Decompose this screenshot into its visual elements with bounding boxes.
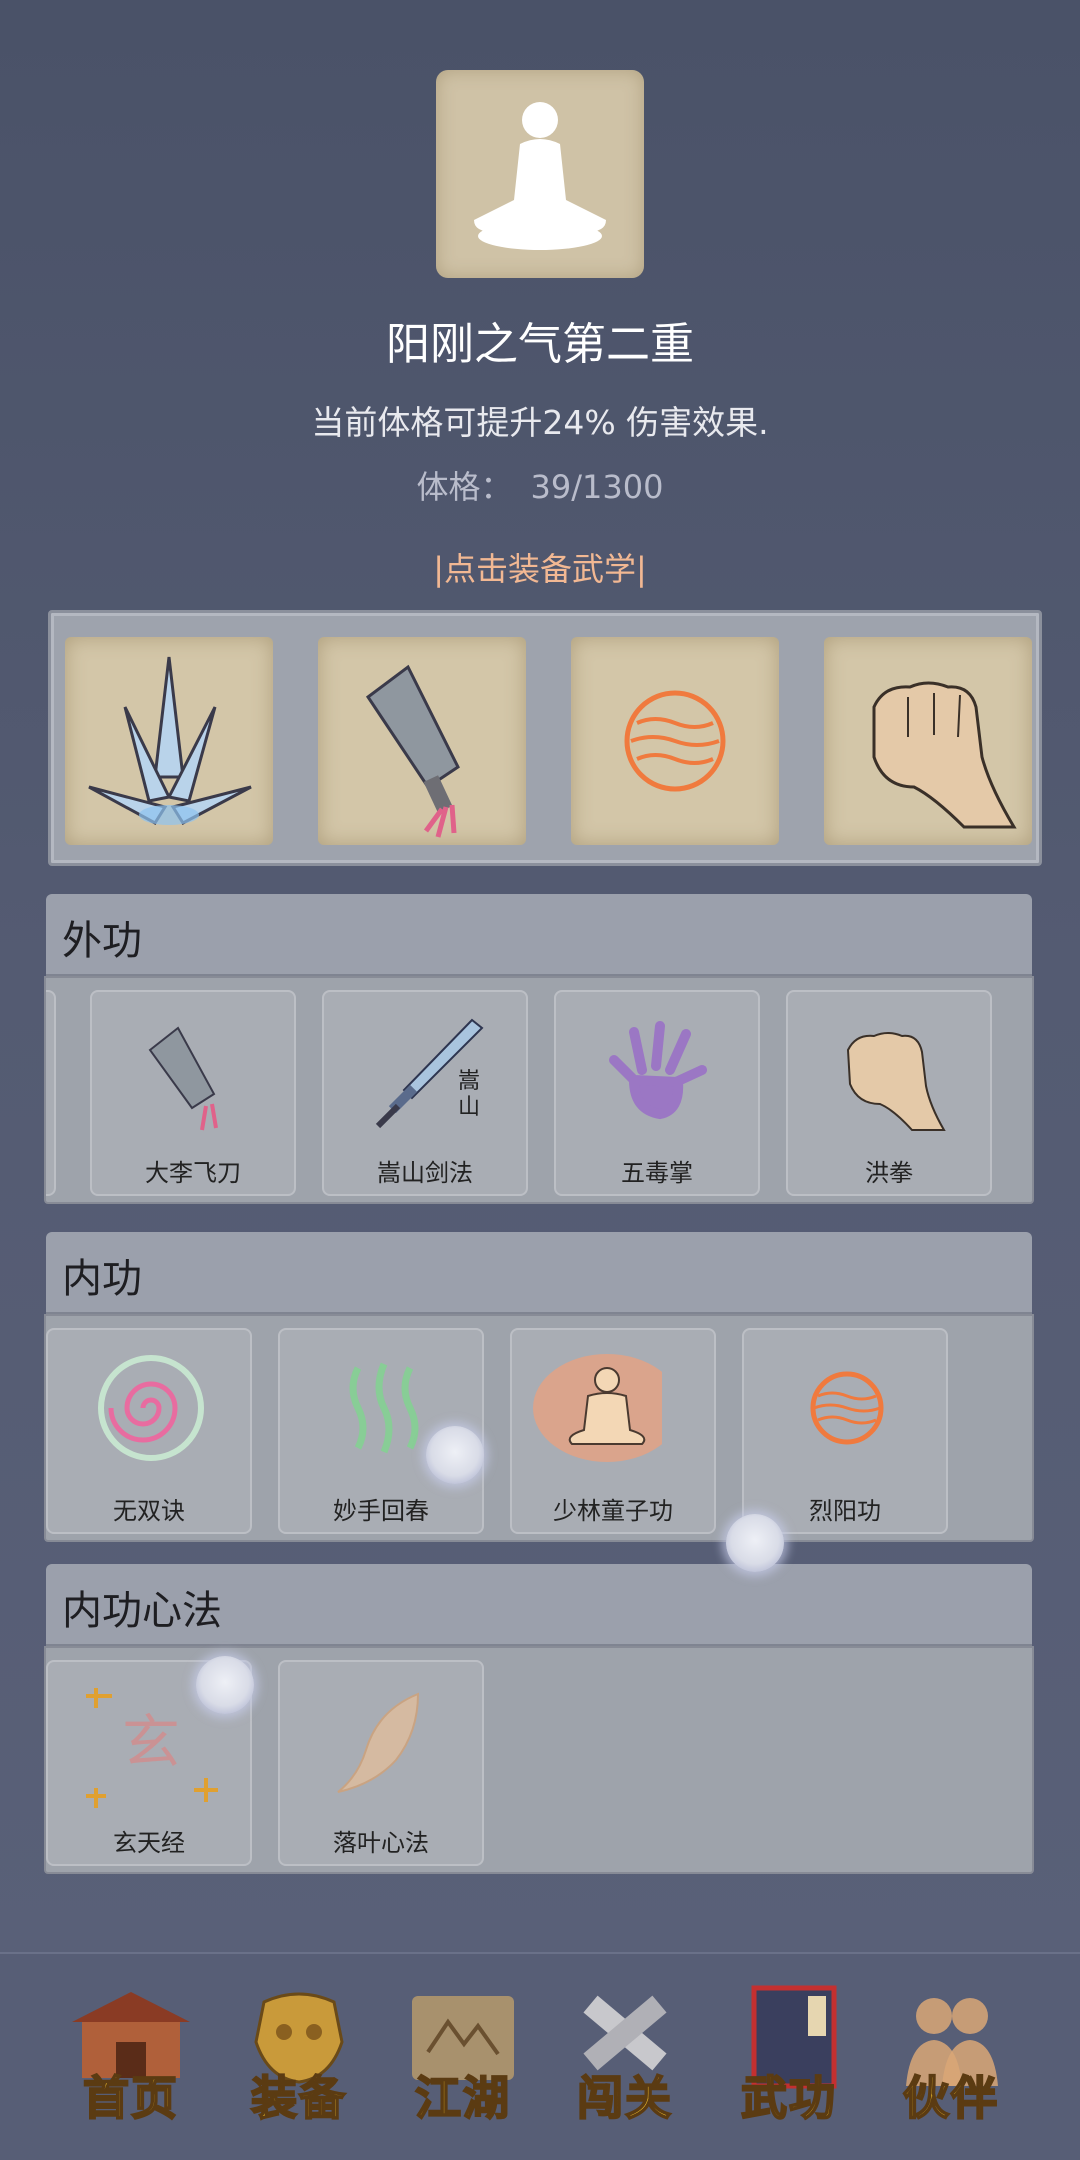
- nav-home[interactable]: 首页: [56, 1976, 206, 2146]
- physique-value: 39/1300: [530, 468, 664, 506]
- cleaver-knife-icon: [365, 664, 460, 838]
- skill-label: 洪拳: [865, 1159, 913, 1187]
- touch-indicator: [426, 1426, 484, 1484]
- skill-label: 落叶心法: [333, 1829, 429, 1857]
- skill-card-partial[interactable]: [46, 990, 56, 1196]
- nav-label: 江湖: [414, 2070, 511, 2126]
- skill-label: 玄天经: [113, 1829, 185, 1857]
- equipped-skills-panel: [48, 610, 1042, 866]
- equip-martial-arts-link[interactable]: |点击装备武学|: [0, 544, 1080, 590]
- leaf-icon: [337, 1692, 420, 1793]
- skill-card[interactable]: 无双诀: [46, 1328, 252, 1534]
- section-title: 外功: [62, 918, 142, 964]
- skill-card[interactable]: 嵩 山 嵩山剑法: [322, 990, 528, 1196]
- section-title: 内功心法: [62, 1588, 222, 1634]
- outer-skills-list[interactable]: 大李飞刀 嵩 山 嵩山剑法 五毒掌 洪拳: [44, 976, 1034, 1204]
- fire-orb-icon: [810, 1371, 884, 1445]
- nav-challenge[interactable]: 闯关: [550, 1976, 700, 2146]
- nav-companions[interactable]: 伙伴: [876, 1976, 1026, 2146]
- skill-label: 五毒掌: [621, 1159, 693, 1187]
- section-title: 内功: [62, 1256, 142, 1302]
- equipped-slot-3[interactable]: [571, 637, 779, 845]
- fire-orb-icon: [624, 690, 726, 792]
- equipped-slot-2[interactable]: [318, 637, 526, 845]
- skill-card[interactable]: 五毒掌: [554, 990, 760, 1196]
- meditating-monk-icon: [533, 1354, 662, 1462]
- nav-label: 首页: [82, 2070, 179, 2126]
- skill-label: 少林童子功: [553, 1497, 673, 1525]
- equipped-slot-1[interactable]: [65, 637, 273, 845]
- nav-label: 伙伴: [902, 2070, 999, 2126]
- physique-label: 体格：: [416, 468, 513, 506]
- sword-icon: 嵩 山: [375, 1018, 484, 1129]
- skill-label: 大李飞刀: [145, 1159, 241, 1187]
- inner-skills-list[interactable]: 无双诀 妙手回春 少林童子功 烈阳功: [44, 1314, 1034, 1542]
- skill-label: 妙手回春: [333, 1497, 429, 1525]
- nav-equipment[interactable]: 装备: [224, 1976, 374, 2146]
- physique-stat: 体格： 39/1300: [0, 462, 1080, 508]
- ice-shards-icon: [88, 656, 252, 825]
- skill-card[interactable]: 落叶心法: [278, 1660, 484, 1866]
- touch-indicator: [196, 1656, 254, 1714]
- outer-skills-header: 外功: [46, 894, 1032, 976]
- svg-text:玄: 玄: [122, 1708, 180, 1776]
- bottom-nav: 首页 装备 江湖 闯关 武功 伙伴: [0, 1952, 1080, 2160]
- skill-card[interactable]: 洪拳: [786, 990, 992, 1196]
- inner-skills-header: 内功: [46, 1232, 1032, 1314]
- meditation-avatar: [436, 70, 644, 278]
- skill-card[interactable]: 大李飞刀: [90, 990, 296, 1196]
- fist-icon: [872, 681, 1017, 829]
- fist-icon: [846, 1032, 946, 1131]
- nav-label: 闯关: [576, 2070, 673, 2126]
- mind-method-list[interactable]: 玄 玄天经 落叶心法: [44, 1646, 1034, 1874]
- skill-label: 无双诀: [113, 1497, 185, 1525]
- skill-card[interactable]: 少林童子功: [510, 1328, 716, 1534]
- nav-label: 武功: [740, 2070, 837, 2126]
- cleaver-knife-icon: [148, 1026, 218, 1131]
- equipped-slot-4[interactable]: [824, 637, 1032, 845]
- svg-text:山: 山: [458, 1095, 480, 1120]
- spiral-icon: [98, 1355, 204, 1461]
- meditating-figure-icon: [474, 102, 606, 250]
- page-title: 阳刚之气第二重: [386, 319, 694, 370]
- effect-description: 当前体格可提升24% 伤害效果.: [311, 403, 769, 442]
- touch-indicator: [726, 1514, 784, 1572]
- svg-text:嵩: 嵩: [458, 1069, 480, 1094]
- mind-method-header: 内功心法: [46, 1564, 1032, 1646]
- nav-martial-arts[interactable]: 武功: [714, 1976, 864, 2146]
- nav-label: 装备: [250, 2070, 347, 2126]
- purple-palm-icon: [609, 1021, 707, 1120]
- skill-label: 嵩山剑法: [377, 1159, 473, 1187]
- skill-card[interactable]: 烈阳功: [742, 1328, 948, 1534]
- nav-jianghu[interactable]: 江湖: [388, 1976, 538, 2146]
